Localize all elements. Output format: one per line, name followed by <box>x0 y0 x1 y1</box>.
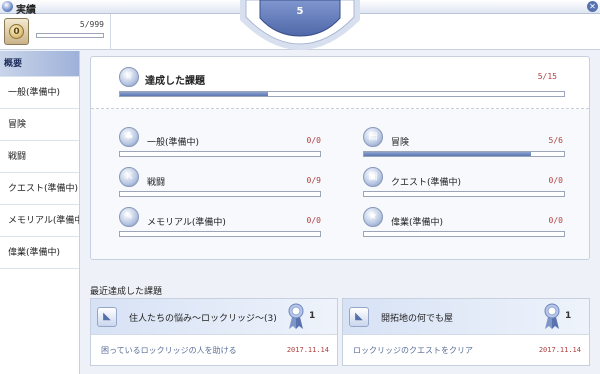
quest-arrow-icon: ◣ <box>97 307 117 327</box>
achievement-date: 2017.11.14 <box>538 346 581 354</box>
level-badge: 5 <box>240 0 360 50</box>
quest-icon: ▣ <box>363 167 383 187</box>
sidebar-item-memorial[interactable]: メモリアル(準備中) <box>0 205 79 237</box>
trophy-icon: ♕ <box>119 67 139 87</box>
category-sidebar: 概要 一般(準備中) 冒険 戦闘 クエスト(準備中) メモリアル(準備中) 偉業… <box>0 51 80 374</box>
total-achievements-count: 5/15 <box>537 72 557 81</box>
sidebar-item-general[interactable]: 一般(準備中) <box>0 77 79 109</box>
sidebar-item-label: 冒険 <box>8 120 27 130</box>
total-achievements-label: 達成した課題 <box>145 76 205 87</box>
ribbon-medal-icon <box>288 303 304 329</box>
recent-achievements-title: 最近達成した課題 <box>90 287 163 297</box>
score-progress-bar <box>36 33 104 38</box>
sidebar-item-adventure[interactable]: 冒険 <box>0 109 79 141</box>
sidebar-item-label: 概要 <box>4 59 23 69</box>
category-progress-quest <box>363 191 565 197</box>
category-count-memorial: 0/0 <box>306 216 321 225</box>
medal-star-icon: ★ <box>363 207 383 227</box>
category-label-feat: 偉業(準備中) <box>391 218 444 228</box>
tree-icon: ♣ <box>119 127 139 147</box>
category-label-battle: 戦闘 <box>147 178 166 188</box>
sidebar-item-label: 戦闘 <box>8 152 27 162</box>
category-count-general: 0/0 <box>306 136 321 145</box>
level-number: 5 <box>296 6 304 17</box>
sidebar-item-label: 偉業(準備中) <box>8 248 61 258</box>
header-divider <box>110 14 111 50</box>
category-count-feat: 0/0 <box>548 216 563 225</box>
category-count-adventure: 5/6 <box>548 136 563 145</box>
summary-panel: ♕ 達成した課題 5/15 ♣ 一般(準備中) 0/0 ▤ 冒険 5/6 ⚔ 戦… <box>90 56 590 260</box>
total-progress-bar <box>119 91 565 97</box>
sidebar-item-label: クエスト(準備中) <box>8 184 79 194</box>
achievement-description: 困っているロックリッジの人を助ける <box>101 346 237 355</box>
sidebar-item-label: メモリアル(準備中) <box>8 216 79 226</box>
category-label-general: 一般(準備中) <box>147 138 200 148</box>
total-achievements-section: ♕ 達成した課題 5/15 <box>91 57 589 109</box>
sidebar-item-label: 一般(準備中) <box>8 88 61 98</box>
achievement-score: 5/999 <box>79 20 104 29</box>
rank-medal-icon: 0 <box>4 18 29 45</box>
achievement-date: 2017.11.14 <box>286 346 329 354</box>
category-progress-memorial <box>119 231 321 237</box>
category-label-quest: クエスト(準備中) <box>391 178 462 188</box>
sidebar-item-quest[interactable]: クエスト(準備中) <box>0 173 79 205</box>
app-icon <box>2 1 13 12</box>
category-label-memorial: メモリアル(準備中) <box>147 218 226 228</box>
close-icon[interactable]: ✕ <box>587 1 598 12</box>
category-label-adventure: 冒険 <box>391 138 410 148</box>
sidebar-item-overview[interactable]: 概要 <box>0 51 79 77</box>
category-progress-fill <box>364 152 531 156</box>
achievement-description: ロックリッジのクエストをクリア <box>353 346 473 355</box>
sidebar-item-feat[interactable]: 偉業(準備中) <box>0 237 79 269</box>
category-progress-general <box>119 151 321 157</box>
achievement-title: 開拓地の何でも屋 <box>381 314 454 324</box>
feather-icon: ✎ <box>119 207 139 227</box>
category-progress-feat <box>363 231 565 237</box>
category-count-battle: 0/9 <box>306 176 321 185</box>
reward-count: 1 <box>565 311 572 321</box>
ribbon-medal-icon <box>544 303 560 329</box>
category-count-quest: 0/0 <box>548 176 563 185</box>
sidebar-item-battle[interactable]: 戦闘 <box>0 141 79 173</box>
sword-icon: ⚔ <box>119 167 139 187</box>
category-progress-adventure <box>363 151 565 157</box>
recent-achievement-card[interactable]: ◣ 住人たちの悩み〜ロックリッジ〜(3) 1 困っているロックリッジの人を助ける… <box>90 298 338 366</box>
scroll-icon: ▤ <box>363 127 383 147</box>
category-progress-battle <box>119 191 321 197</box>
total-progress-fill <box>120 92 268 96</box>
reward-count: 1 <box>309 311 316 321</box>
medal-coin: 0 <box>9 24 24 39</box>
achievement-title: 住人たちの悩み〜ロックリッジ〜(3) <box>129 314 277 324</box>
recent-achievement-card[interactable]: ◣ 開拓地の何でも屋 1 ロックリッジのクエストをクリア 2017.11.14 <box>342 298 590 366</box>
quest-arrow-icon: ◣ <box>349 307 369 327</box>
